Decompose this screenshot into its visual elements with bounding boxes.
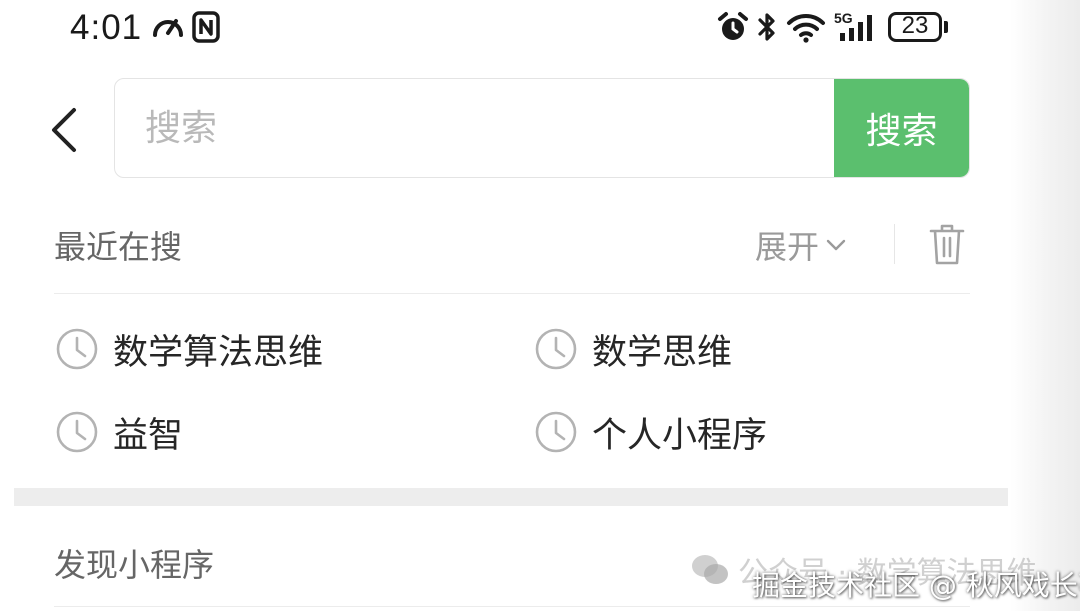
back-button[interactable]: [44, 104, 84, 156]
status-bar: 4:01 5G 23: [0, 0, 1080, 60]
chevron-down-icon: [826, 239, 846, 251]
clock-icon: [56, 411, 98, 453]
battery-icon: 23: [888, 12, 942, 42]
section-divider: [54, 606, 970, 607]
wechat-icon: [692, 555, 728, 584]
juejin-watermark: 掘金技术社区 @ 秋风戏长亭: [752, 569, 1080, 602]
clock-icon: [535, 328, 577, 370]
status-time: 4:01: [70, 8, 143, 47]
section-divider: [54, 293, 970, 294]
speed-gauge-icon: [153, 19, 183, 37]
clock-icon: [56, 328, 98, 370]
recent-item[interactable]: 数学算法思维: [55, 326, 324, 373]
battery-tip: [944, 21, 948, 33]
search-bar: 搜索: [114, 78, 970, 178]
recent-item[interactable]: 益智: [55, 409, 184, 456]
recent-item[interactable]: 数学思维: [534, 326, 733, 373]
alarm-icon: [718, 12, 748, 40]
bluetooth-icon: [758, 13, 775, 41]
discover-title: 发现小程序: [54, 546, 215, 584]
divider: [894, 224, 895, 264]
chevron-left-icon: [52, 108, 76, 152]
trash-icon[interactable]: [928, 222, 966, 266]
expand-label: 展开: [755, 228, 820, 266]
expand-button[interactable]: 展开: [755, 222, 847, 268]
recent-searches-title: 最近在搜: [54, 228, 183, 266]
signal-icon: [840, 15, 872, 41]
recent-item-label: 个人小程序: [592, 415, 768, 456]
recent-item[interactable]: 个人小程序: [534, 409, 768, 456]
battery-level: 23: [901, 12, 929, 39]
clock-icon: [535, 411, 577, 453]
recent-item-label: 益智: [113, 415, 184, 456]
search-input[interactable]: [115, 79, 835, 177]
search-button[interactable]: 搜索: [834, 79, 969, 177]
section-separator: [14, 488, 1008, 506]
wifi-icon: [787, 13, 825, 43]
nfc-icon: [192, 11, 220, 43]
recent-item-label: 数学算法思维: [113, 332, 324, 373]
recent-item-label: 数学思维: [592, 332, 733, 373]
edge-shadow: [1010, 0, 1080, 611]
